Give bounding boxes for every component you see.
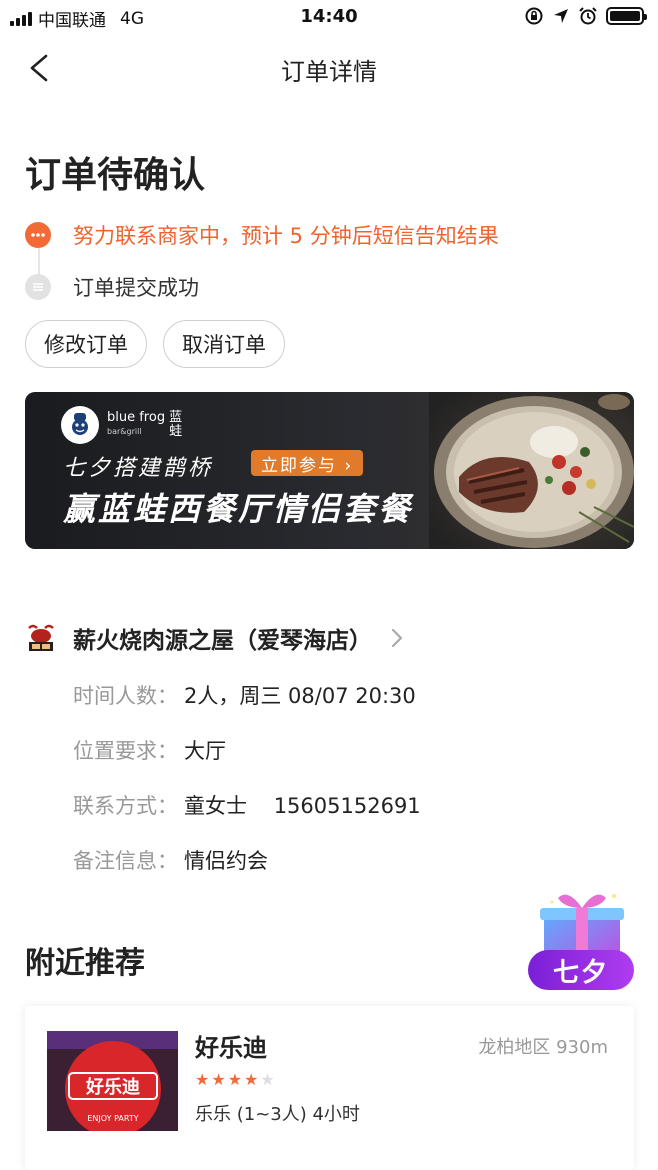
detail-label: 联系方式 <box>73 794 157 818</box>
recommendation-thumbnail: 好乐迪 ENJOY PARTY <box>47 1031 178 1131</box>
timeline-text-current: 努力联系商家中，预计 5 分钟后短信告知结果 <box>73 224 499 248</box>
banner-subheadline: 赢蓝蛙西餐厅情侣套餐 <box>63 490 414 528</box>
detail-row-note: 备注信息： 情侣约会 <box>73 845 268 875</box>
more-dots-icon <box>25 222 51 248</box>
recommendation-desc: 乐乐 (1~3人) 4小时 <box>195 1104 360 1125</box>
alarm-icon <box>579 7 597 25</box>
restaurant-section: 薪火烧肉源之屋（爱琴海店） 时间人数： 2人，周三 08/07 20:30 位置… <box>25 618 635 873</box>
detail-row-time: 时间人数： 2人，周三 08/07 20:30 <box>73 680 416 710</box>
cancel-order-button[interactable]: 取消订单 <box>163 320 285 368</box>
ktv-logo-image: 好乐迪 ENJOY PARTY <box>47 1031 178 1131</box>
star-filled-icon: ★ <box>244 1070 259 1089</box>
nav-bar: 订单详情 <box>0 40 658 96</box>
detail-label: 备注信息 <box>73 849 157 873</box>
qixi-label: 七夕 <box>528 950 634 990</box>
detail-row-location: 位置要求： 大厅 <box>73 735 226 765</box>
location-arrow-icon <box>554 9 568 23</box>
promo-banner[interactable]: blue frog bar&grill 蓝蛙 七夕搭建鹊桥 立即参与 › 赢蓝蛙… <box>25 392 634 549</box>
banner-join-button[interactable]: 立即参与 › <box>251 450 364 476</box>
star-filled-icon: ★ <box>227 1070 243 1089</box>
recommendation-card[interactable]: 好乐迪 ENJOY PARTY 好乐迪 龙柏地区 930m ★ ★ ★ ★ ★ 乐乐 (… <box>25 1006 634 1170</box>
restaurant-name: 薪火烧肉源之屋（爱琴海店） <box>73 628 372 654</box>
star-filled-icon: ★ <box>195 1070 210 1089</box>
order-actions: 修改订单 取消订单 <box>25 320 285 368</box>
page-title: 订单详情 <box>281 58 377 86</box>
brand-name-cn: 蓝蛙 <box>169 410 183 439</box>
battery-icon <box>606 7 647 25</box>
detail-value: 2人，周三 08/07 20:30 <box>184 684 416 708</box>
detail-row-contact: 联系方式： 童女士 15605152691 <box>73 790 421 820</box>
rating-stars: ★ ★ ★ ★ ★ <box>195 1070 275 1089</box>
detail-label: 位置要求 <box>73 739 157 763</box>
frog-chef-icon <box>61 406 99 444</box>
order-status-title: 订单待确认 <box>25 155 206 196</box>
star-empty-icon: ★ <box>260 1070 275 1089</box>
detail-value: 大厅 <box>184 739 226 763</box>
ktv-logo-text: 好乐迪 <box>85 1076 140 1098</box>
banner-brand-logo: blue frog bar&grill 蓝蛙 <box>61 406 183 444</box>
timeline-item-submitted: 订单提交成功 <box>25 272 199 302</box>
detail-label: 时间人数 <box>73 684 157 708</box>
detail-value: 童女士 15605152691 <box>184 794 421 818</box>
status-right <box>524 6 647 26</box>
timeline-text-submitted: 订单提交成功 <box>73 276 199 300</box>
chevron-right-icon <box>391 628 403 648</box>
rotation-lock-icon <box>525 7 543 25</box>
recommendation-name: 好乐迪 <box>195 1034 267 1062</box>
star-filled-icon: ★ <box>211 1070 226 1089</box>
timeline-item-current: 努力联系商家中，预计 5 分钟后短信告知结果 <box>25 220 499 250</box>
brand-sub: bar&grill <box>107 427 142 436</box>
list-lines-icon <box>25 274 51 300</box>
detail-value: 情侣约会 <box>184 849 268 873</box>
steak-plate-image <box>429 392 634 549</box>
restaurant-logo <box>25 622 57 654</box>
ktv-logo-sub: ENJOY PARTY <box>87 1114 138 1123</box>
status-bar: 中国联通 4G 14:40 <box>0 0 658 34</box>
nearby-section-title: 附近推荐 <box>25 946 145 981</box>
restaurant-header[interactable]: 薪火烧肉源之屋（爱琴海店） <box>25 618 635 658</box>
banner-headline: 七夕搭建鹊桥 <box>63 456 214 481</box>
qixi-gift-badge[interactable]: 七夕 <box>528 888 636 996</box>
recommendation-distance: 龙柏地区 930m <box>478 1037 608 1058</box>
brand-name-en: blue frog <box>107 410 166 425</box>
modify-order-button[interactable]: 修改订单 <box>25 320 147 368</box>
